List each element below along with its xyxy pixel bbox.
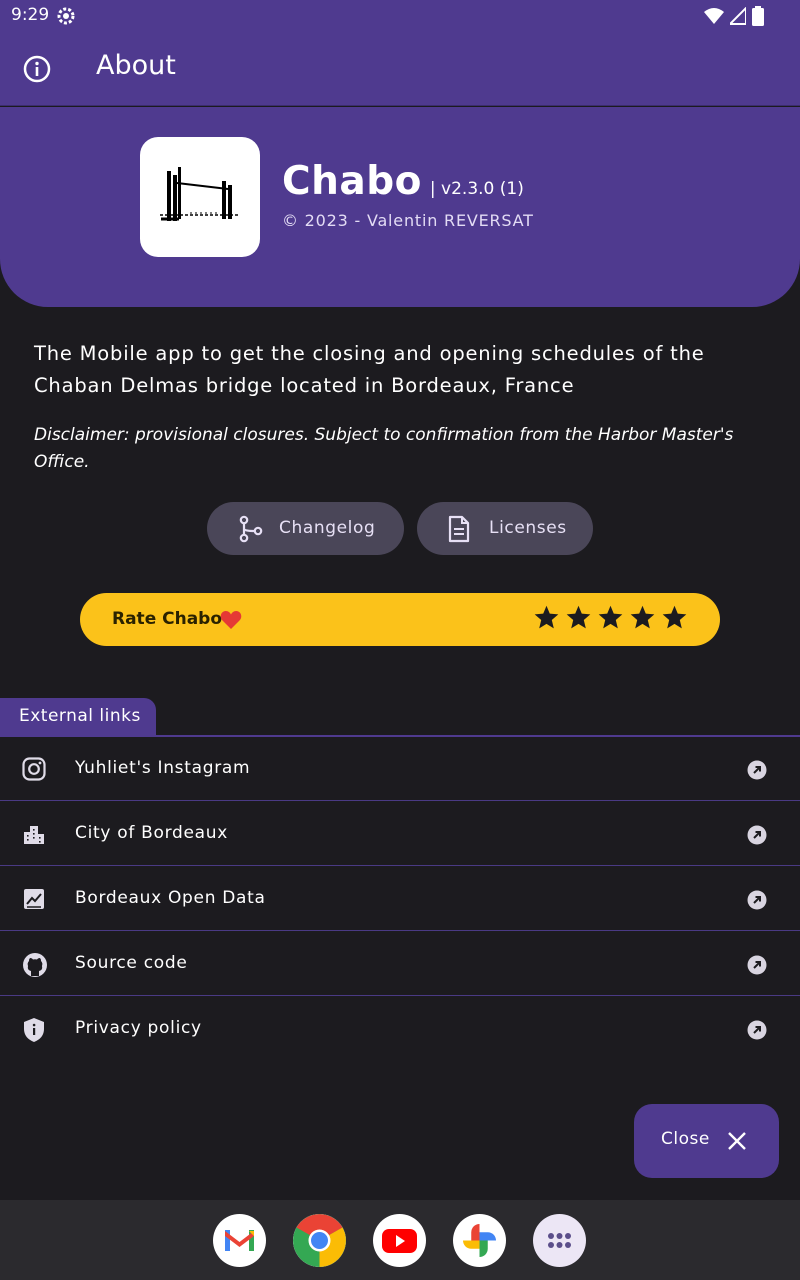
disclaimer: Disclaimer: provisional closures. Subjec… (34, 425, 734, 472)
app-bar: About (0, 32, 800, 106)
close-icon (726, 1130, 748, 1156)
rate-label: Rate Chabo (112, 609, 223, 629)
shield-icon (22, 1017, 46, 1047)
link-city-of-bordeaux[interactable]: City of Bordeaux (0, 802, 800, 866)
github-icon (22, 952, 48, 982)
gmail-icon[interactable] (213, 1214, 266, 1267)
link-source-code[interactable]: Source code (0, 932, 800, 996)
star-rating[interactable] (533, 604, 688, 631)
changelog-label: Changelog (279, 518, 376, 538)
link-label: Privacy policy (75, 1018, 202, 1038)
city-icon (22, 822, 46, 850)
cell-signal-icon (727, 5, 747, 29)
star-icon[interactable] (533, 604, 560, 631)
link-label: Bordeaux Open Data (75, 888, 266, 908)
star-icon[interactable] (661, 604, 688, 631)
star-icon[interactable] (629, 604, 656, 631)
app-dock (0, 1200, 800, 1280)
link-label: City of Bordeaux (75, 823, 228, 843)
link-label: Yuhliet's Instagram (75, 758, 251, 778)
branch-icon (237, 515, 263, 548)
link-instagram[interactable]: Yuhliet's Instagram (0, 737, 800, 801)
close-label: Close (661, 1129, 710, 1149)
app-name: Chabo (282, 159, 422, 204)
page-title: About (96, 50, 176, 81)
licenses-button[interactable]: Licenses (417, 502, 593, 555)
battery-icon (752, 6, 764, 30)
photos-icon[interactable] (453, 1214, 506, 1267)
status-time: 9:29 (11, 5, 50, 25)
open-link-icon[interactable] (747, 955, 767, 979)
bridge-logo-icon (160, 167, 240, 221)
instagram-icon (22, 757, 46, 785)
section-title: External links (19, 706, 141, 726)
app-copyright: © 2023 - Valentin REVERSAT (282, 211, 534, 230)
app-drawer-icon[interactable] (533, 1214, 586, 1267)
open-link-icon[interactable] (747, 825, 767, 849)
app-version: | v2.3.0 (1) (429, 179, 524, 199)
status-bar: 9:29 (0, 0, 800, 32)
app-logo (140, 137, 260, 257)
external-links-header: External links (0, 698, 156, 736)
open-link-icon[interactable] (747, 760, 767, 784)
link-privacy-policy[interactable]: Privacy policy (0, 997, 800, 1061)
document-icon (447, 515, 471, 548)
link-open-data[interactable]: Bordeaux Open Data (0, 867, 800, 931)
wifi-icon (704, 7, 724, 29)
settings-status-icon (56, 6, 76, 30)
licenses-label: Licenses (489, 518, 567, 538)
heart-icon (220, 610, 242, 634)
open-link-icon[interactable] (747, 890, 767, 914)
rate-app-bar[interactable]: Rate Chabo (80, 593, 720, 646)
changelog-button[interactable]: Changelog (207, 502, 404, 555)
app-info-header: Chabo | v2.3.0 (1) © 2023 - Valentin REV… (0, 107, 800, 307)
youtube-icon[interactable] (373, 1214, 426, 1267)
star-icon[interactable] (565, 604, 592, 631)
open-link-icon[interactable] (747, 1020, 767, 1044)
app-description: The Mobile app to get the closing and op… (34, 342, 705, 397)
link-label: Source code (75, 953, 188, 973)
star-icon[interactable] (597, 604, 624, 631)
close-button[interactable]: Close (634, 1104, 779, 1178)
info-icon (22, 54, 52, 88)
chart-icon (22, 887, 46, 915)
chrome-icon[interactable] (293, 1214, 346, 1267)
